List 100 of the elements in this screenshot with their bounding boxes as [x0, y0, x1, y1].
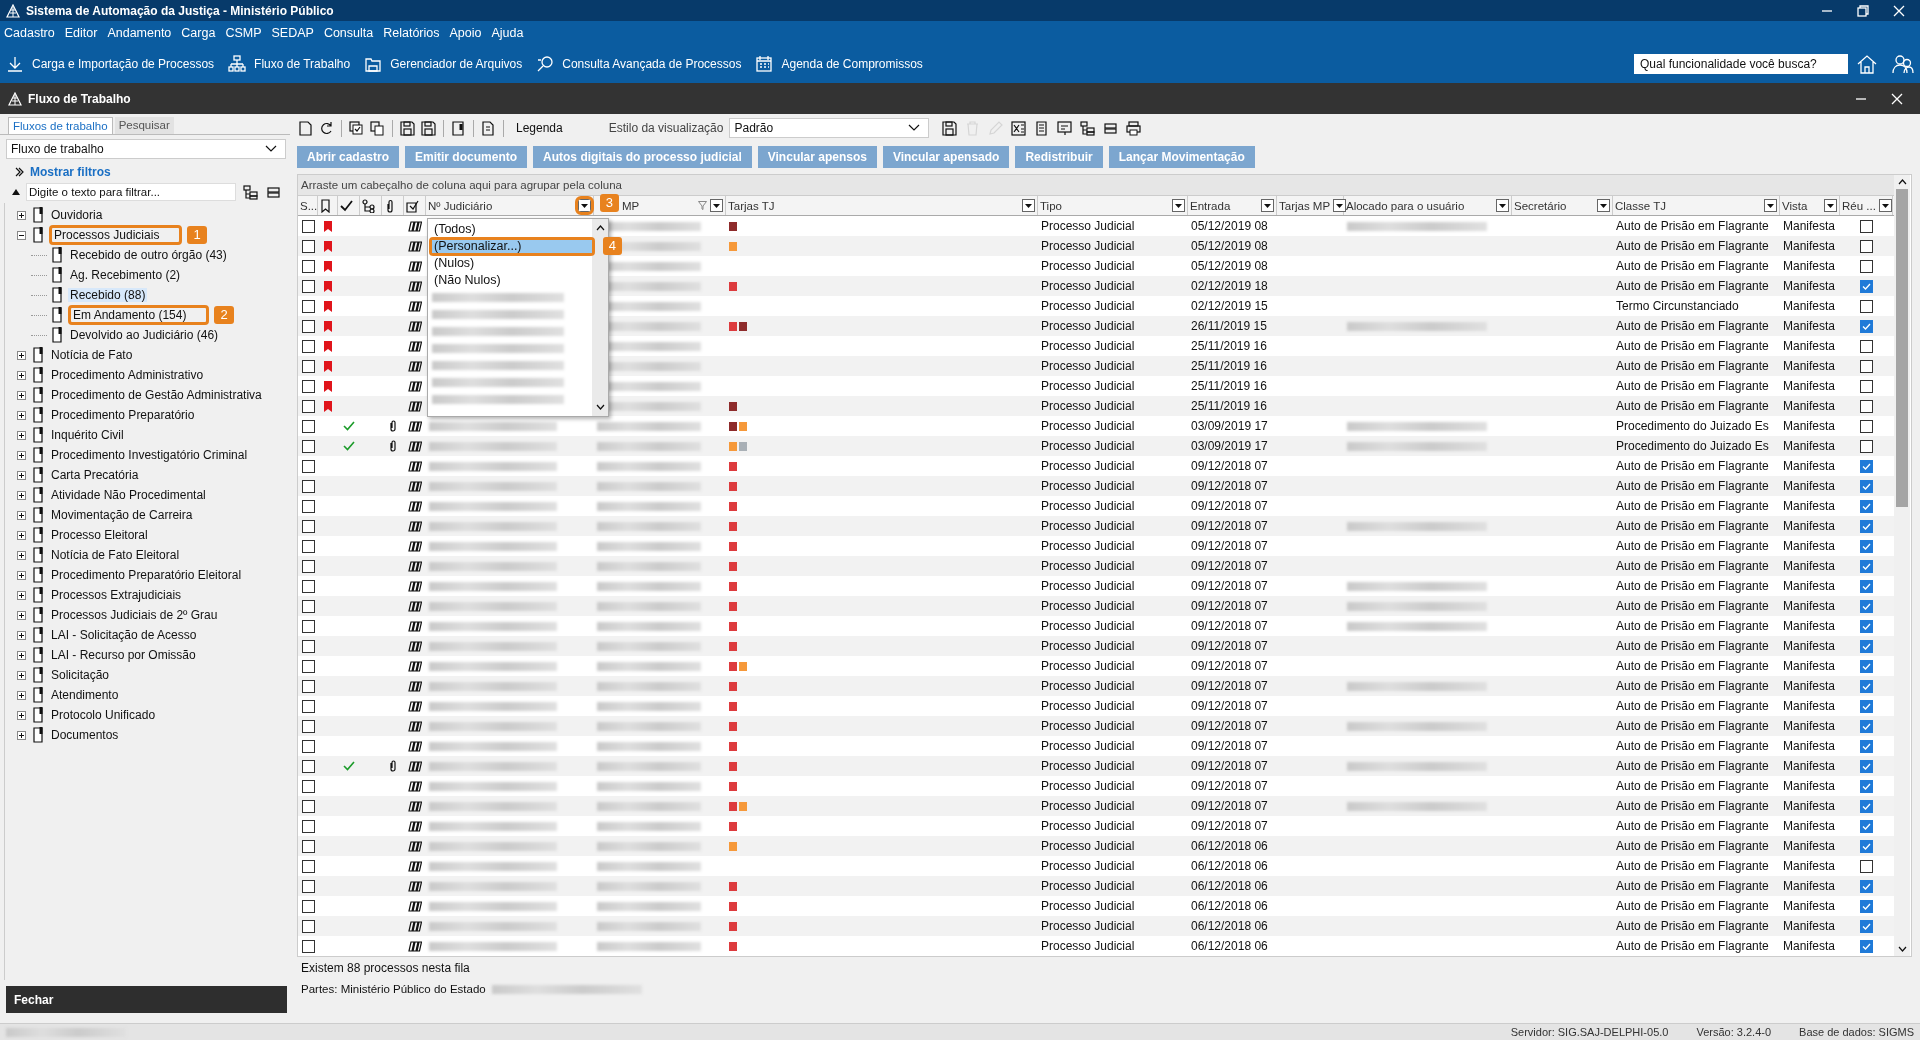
files-icon[interactable] [408, 760, 422, 772]
expand-icon[interactable] [17, 630, 26, 640]
tree-item[interactable]: Ouvidoria [49, 208, 105, 222]
checkbox[interactable] [301, 479, 315, 493]
tree-item[interactable]: Procedimento Preparatório Eleitoral [49, 568, 244, 582]
expand-icon[interactable] [17, 510, 26, 520]
tree-item[interactable]: Recebido (88) [68, 288, 148, 302]
column-header[interactable]: Classe TJ [1615, 199, 1666, 212]
files-icon[interactable] [408, 860, 422, 872]
expand-icon[interactable] [17, 490, 26, 500]
checkbox-checked[interactable] [1860, 719, 1873, 733]
checkmark-icon[interactable] [340, 198, 353, 213]
checkbox[interactable] [1860, 359, 1873, 373]
search-icon[interactable] [536, 55, 555, 73]
flow-select[interactable]: Fluxo de trabalho [6, 139, 286, 159]
checkbox[interactable] [301, 839, 315, 853]
column-header[interactable]: Tarjas MP [1279, 199, 1331, 212]
checkbox-checked[interactable] [1860, 679, 1873, 693]
column-header[interactable]: Nº Judiciário [428, 199, 493, 212]
checkbox[interactable] [301, 919, 315, 933]
checkbox[interactable] [301, 579, 315, 593]
collapse-icon[interactable] [17, 230, 26, 240]
checkbox[interactable] [301, 619, 315, 633]
files-icon[interactable] [408, 400, 422, 412]
expand-icon[interactable] [17, 430, 26, 440]
toolbar-link[interactable]: Agenda de Compromissos [781, 57, 923, 71]
files-icon[interactable] [408, 340, 422, 352]
tree-item[interactable]: Notícia de Fato Eleitoral [49, 548, 182, 562]
files-icon[interactable] [408, 680, 422, 692]
checkbox[interactable] [301, 219, 315, 233]
checkbox[interactable] [1860, 379, 1873, 393]
checkbox-checked[interactable] [1860, 839, 1873, 853]
checkbox[interactable] [301, 719, 315, 733]
checkbox[interactable] [301, 339, 315, 353]
checkbox-checked[interactable] [1860, 879, 1873, 893]
tree-item[interactable]: Em Andamento (154) [71, 308, 189, 322]
checkbox[interactable] [301, 319, 315, 333]
print-icon[interactable] [1125, 119, 1143, 137]
column-header[interactable]: Tarjas TJ [728, 199, 775, 212]
scrollbar-thumb[interactable] [1896, 189, 1908, 507]
expand-icon[interactable] [17, 470, 26, 480]
expand-icon[interactable] [17, 410, 26, 420]
tree-item[interactable]: Procedimento de Gestão Administrativa [49, 388, 264, 402]
toolbar-link[interactable]: Gerenciador de Arquivos [390, 57, 523, 71]
tree-item[interactable]: Recebido de outro órgão (43) [68, 248, 229, 262]
filter-dropdown-button[interactable] [1764, 199, 1777, 212]
bookmark-icon[interactable] [320, 198, 333, 213]
tree-item[interactable]: Processo Eleitoral [49, 528, 150, 542]
chevron-down-icon[interactable] [1897, 946, 1907, 952]
files-icon[interactable] [408, 520, 422, 532]
expand-icon[interactable] [17, 690, 26, 700]
filter-dropdown-button[interactable] [1333, 199, 1347, 212]
checkbox[interactable] [1860, 859, 1873, 873]
filter-dropdown-button[interactable] [1597, 199, 1610, 212]
checkbox[interactable] [301, 639, 315, 653]
checkbox-checked[interactable] [1860, 459, 1873, 473]
checkbox[interactable] [301, 659, 315, 673]
folder-icon[interactable] [364, 55, 383, 73]
checkbox[interactable] [1860, 439, 1873, 453]
column-header[interactable]: Vista [1782, 199, 1808, 212]
checkbox[interactable] [301, 739, 315, 753]
filter-dropdown-button[interactable] [710, 199, 723, 212]
column-header[interactable]: S... [300, 199, 318, 212]
checkbox-checked[interactable] [1860, 499, 1873, 513]
checkbox-checked[interactable] [1860, 579, 1873, 593]
checkbox[interactable] [301, 939, 315, 953]
menu-item[interactable]: Editor [64, 26, 98, 40]
save-icon[interactable] [420, 119, 437, 137]
tree-item[interactable]: Processos Extrajudiciais [49, 588, 184, 602]
checkbox[interactable] [301, 379, 315, 393]
tab[interactable]: Fluxos de trabalho [8, 117, 113, 134]
checkbox[interactable] [1860, 299, 1873, 313]
files-icon[interactable] [408, 900, 422, 912]
menu-item[interactable]: Relatórios [383, 26, 440, 40]
checkbox-checked[interactable] [1860, 279, 1873, 293]
menu-item[interactable]: Carga [181, 26, 216, 40]
checkbox[interactable] [1860, 259, 1873, 273]
tree-item[interactable]: Processos Judiciais de 2º Grau [49, 608, 220, 622]
checkbox-checked[interactable] [1860, 759, 1873, 773]
filter-field[interactable]: Digite o texto para filtrar... [26, 183, 236, 201]
checkbox-checked[interactable] [1860, 479, 1873, 493]
files-icon[interactable] [408, 880, 422, 892]
close-button[interactable]: Fechar [6, 986, 287, 1013]
org-chart-icon[interactable] [228, 55, 247, 73]
expand-icon[interactable] [17, 550, 26, 560]
search-field[interactable]: Qual funcionalidade você busca? [1634, 54, 1848, 74]
scrollbar[interactable] [1894, 175, 1910, 956]
tree-item[interactable]: Ag. Recebimento (2) [68, 268, 183, 282]
tree-item[interactable]: Atendimento [49, 688, 121, 702]
checkbox[interactable] [301, 519, 315, 533]
expand-icon[interactable] [17, 570, 26, 580]
menu-item[interactable]: Consulta [323, 26, 374, 40]
checkbox[interactable] [301, 599, 315, 613]
files-icon[interactable] [408, 640, 422, 652]
style-select[interactable]: Padrão [729, 118, 930, 138]
files-icon[interactable] [408, 280, 422, 292]
files-icon[interactable] [408, 240, 422, 252]
close-icon[interactable] [1890, 91, 1904, 106]
checkbox[interactable] [301, 799, 315, 813]
tab[interactable]: Pesquisar [114, 117, 174, 134]
